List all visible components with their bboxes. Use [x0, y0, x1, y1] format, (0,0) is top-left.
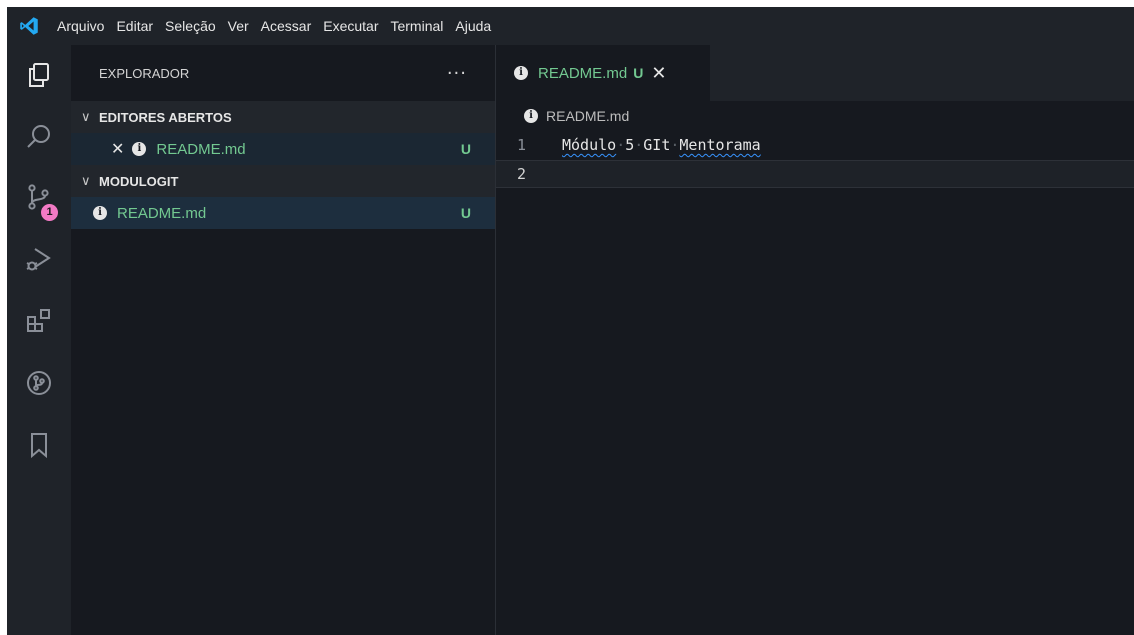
- chevron-down-icon: ∨: [81, 109, 91, 124]
- menu-acessar[interactable]: Acessar: [255, 7, 318, 45]
- menu-selecao[interactable]: Seleção: [159, 7, 222, 45]
- modulogit-section[interactable]: ∨ MODULOGIT: [71, 165, 495, 197]
- code-word: Módulo: [562, 136, 617, 154]
- explorer-title: EXPLORADOR: [99, 65, 190, 81]
- explorer-sidebar: EXPLORADOR ··· ∨ EDITORES ABERTOS ✕ i RE…: [71, 45, 496, 635]
- tab-readme[interactable]: i README.md U ✕: [496, 45, 710, 101]
- extensions-icon[interactable]: [7, 295, 71, 347]
- git-graph-icon[interactable]: [7, 357, 71, 409]
- file-tree-item[interactable]: i README.md U: [71, 197, 495, 229]
- line-content[interactable]: Módulo·5·GIt·Mentorama: [562, 136, 761, 154]
- untracked-badge: U: [460, 141, 471, 157]
- run-debug-icon[interactable]: [7, 233, 71, 285]
- folder-title: MODULOGIT: [99, 173, 179, 189]
- more-actions-button[interactable]: ···: [447, 63, 467, 84]
- menu-bar: Arquivo Editar Seleção Ver Acessar Execu…: [7, 7, 1134, 45]
- line-number: 1: [516, 136, 526, 154]
- chevron-down-icon: ∨: [81, 173, 91, 188]
- close-icon[interactable]: ✕: [111, 139, 124, 159]
- untracked-badge: U: [460, 205, 471, 221]
- info-icon: i: [524, 109, 538, 123]
- menu-ajuda[interactable]: Ajuda: [449, 7, 497, 45]
- open-editor-filename: README.md: [156, 140, 246, 158]
- vscode-logo-icon: [7, 7, 51, 45]
- info-icon: i: [93, 206, 107, 220]
- open-editor-item[interactable]: ✕ i README.md U: [71, 133, 495, 165]
- open-editors-section[interactable]: ∨ EDITORES ABERTOS: [71, 101, 495, 133]
- menu-terminal[interactable]: Terminal: [384, 7, 449, 45]
- search-icon[interactable]: [7, 111, 71, 163]
- open-editors-title: EDITORES ABERTOS: [99, 109, 232, 125]
- bookmarks-icon[interactable]: [7, 419, 71, 471]
- info-icon: i: [514, 66, 528, 80]
- file-tree-filename: README.md: [117, 204, 207, 222]
- activity-bar: 1: [7, 45, 71, 635]
- breadcrumb[interactable]: i README.md: [496, 101, 1134, 131]
- vscode-window: Arquivo Editar Seleção Ver Acessar Execu…: [7, 7, 1134, 635]
- code-word: GIt: [643, 136, 671, 154]
- code-word: 5: [625, 136, 635, 154]
- scm-badge: 1: [39, 202, 60, 223]
- source-control-icon[interactable]: 1: [7, 171, 71, 223]
- tab-close-icon[interactable]: ✕: [651, 63, 666, 84]
- menu-ver[interactable]: Ver: [222, 7, 255, 45]
- editor-tab-bar: i README.md U ✕: [496, 45, 1134, 101]
- code-word: Mentorama: [679, 136, 761, 154]
- code-line-current[interactable]: 2: [496, 160, 1134, 188]
- explorer-icon[interactable]: [7, 49, 71, 101]
- menu-executar[interactable]: Executar: [317, 7, 384, 45]
- editor-area: i README.md U ✕ i README.md 1 Módulo·5·G…: [496, 45, 1134, 635]
- menu-arquivo[interactable]: Arquivo: [51, 7, 110, 45]
- code-line[interactable]: 1 Módulo·5·GIt·Mentorama: [496, 131, 1134, 159]
- explorer-header: EXPLORADOR ···: [71, 45, 495, 101]
- tab-untracked-badge: U: [633, 65, 644, 81]
- line-number: 2: [516, 165, 526, 183]
- info-icon: i: [132, 142, 147, 156]
- breadcrumb-filename[interactable]: README.md: [546, 108, 629, 124]
- menu-editar[interactable]: Editar: [110, 7, 159, 45]
- tab-label: README.md: [538, 64, 628, 82]
